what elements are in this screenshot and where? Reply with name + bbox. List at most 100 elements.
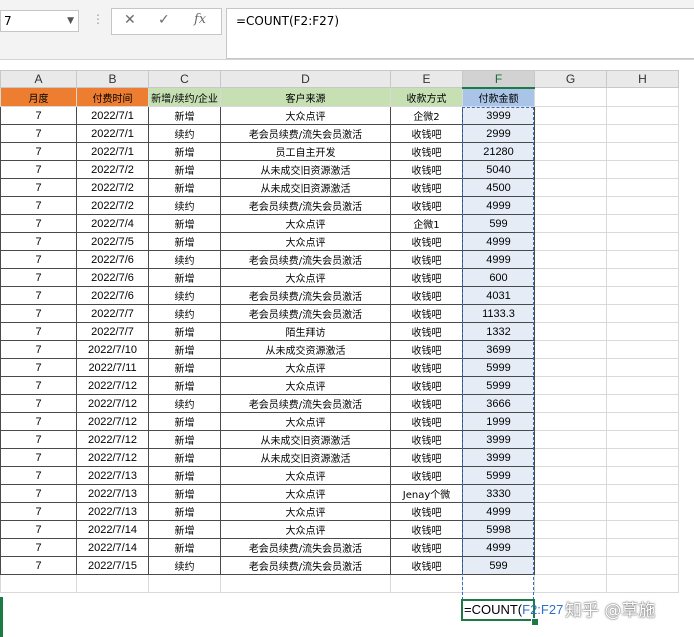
data-cell[interactable]: 收钱吧 [390, 448, 463, 467]
data-cell[interactable]: 3999 [462, 106, 535, 125]
data-cell[interactable]: 收钱吧 [390, 556, 463, 575]
data-cell[interactable]: 新增 [148, 322, 221, 341]
empty-cell[interactable] [534, 87, 607, 107]
drag-handle-icon[interactable]: ⋮ [92, 12, 104, 26]
empty-cell[interactable] [606, 268, 679, 287]
empty-cell[interactable] [606, 340, 679, 359]
data-cell[interactable]: 2022/7/11 [76, 358, 149, 377]
data-cell[interactable]: 新增 [148, 178, 221, 197]
empty-cell[interactable] [606, 87, 679, 107]
empty-cell[interactable] [534, 160, 607, 179]
header-cell[interactable]: 付费时间 [76, 87, 149, 107]
data-cell[interactable]: 7 [0, 556, 77, 575]
empty-cell[interactable] [534, 196, 607, 215]
data-cell[interactable]: 5040 [462, 160, 535, 179]
data-cell[interactable]: 老会员续费/流失会员激活 [220, 286, 391, 305]
empty-cell[interactable] [534, 556, 607, 575]
data-cell[interactable]: 新增 [148, 448, 221, 467]
data-cell[interactable]: 收钱吧 [390, 250, 463, 269]
data-cell[interactable]: 新增 [148, 484, 221, 503]
empty-cell[interactable] [606, 538, 679, 557]
data-cell[interactable]: 7 [0, 376, 77, 395]
data-cell[interactable]: 7 [0, 268, 77, 287]
data-cell[interactable]: 2022/7/6 [76, 286, 149, 305]
data-cell[interactable]: 7 [0, 106, 77, 125]
data-cell[interactable]: 2022/7/12 [76, 394, 149, 413]
empty-cell[interactable] [534, 178, 607, 197]
data-cell[interactable]: 从未成交旧资源激活 [220, 430, 391, 449]
data-cell[interactable]: 2022/7/15 [76, 556, 149, 575]
empty-cell[interactable] [534, 268, 607, 287]
data-cell[interactable]: 新增 [148, 232, 221, 251]
data-cell[interactable]: 2022/7/7 [76, 304, 149, 323]
data-cell[interactable]: 新增 [148, 430, 221, 449]
data-cell[interactable]: 7 [0, 250, 77, 269]
data-cell[interactable]: 大众点评 [220, 106, 391, 125]
data-cell[interactable]: 大众点评 [220, 214, 391, 233]
data-cell[interactable]: 7 [0, 214, 77, 233]
data-cell[interactable]: 从未成交旧资源激活 [220, 160, 391, 179]
empty-cell[interactable] [606, 556, 679, 575]
empty-cell[interactable] [606, 502, 679, 521]
data-cell[interactable]: 2022/7/13 [76, 466, 149, 485]
empty-cell[interactable] [606, 124, 679, 143]
empty-cell[interactable] [606, 178, 679, 197]
empty-cell[interactable] [534, 250, 607, 269]
data-cell[interactable]: 3699 [462, 340, 535, 359]
data-cell[interactable]: 2022/7/12 [76, 430, 149, 449]
data-cell[interactable]: 2022/7/7 [76, 322, 149, 341]
data-cell[interactable]: 7 [0, 466, 77, 485]
data-cell[interactable]: 2022/7/12 [76, 376, 149, 395]
empty-cell[interactable] [534, 520, 607, 539]
empty-cell[interactable] [534, 340, 607, 359]
data-cell[interactable]: 大众点评 [220, 502, 391, 521]
data-cell[interactable]: 599 [462, 556, 535, 575]
data-cell[interactable]: 从未成交旧资源激活 [220, 178, 391, 197]
data-cell[interactable]: 4999 [462, 502, 535, 521]
data-cell[interactable]: 2022/7/1 [76, 106, 149, 125]
data-cell[interactable]: 4999 [462, 232, 535, 251]
data-cell[interactable]: 2022/7/14 [76, 538, 149, 557]
data-cell[interactable]: 新增 [148, 538, 221, 557]
empty-cell[interactable] [534, 214, 607, 233]
empty-cell[interactable] [606, 484, 679, 503]
data-cell[interactable]: 企微2 [390, 106, 463, 125]
empty-cell[interactable] [534, 304, 607, 323]
empty-cell[interactable] [534, 106, 607, 125]
header-cell[interactable]: 付款金额 [462, 87, 535, 107]
empty-cell[interactable] [534, 430, 607, 449]
empty-cell[interactable] [220, 574, 391, 593]
data-cell[interactable]: 收钱吧 [390, 394, 463, 413]
data-cell[interactable]: 599 [462, 214, 535, 233]
data-cell[interactable]: 收钱吧 [390, 502, 463, 521]
data-cell[interactable]: 2022/7/10 [76, 340, 149, 359]
data-cell[interactable]: 5999 [462, 466, 535, 485]
data-cell[interactable]: 新增 [148, 520, 221, 539]
data-cell[interactable]: 大众点评 [220, 520, 391, 539]
data-cell[interactable]: 2022/7/5 [76, 232, 149, 251]
formula-input[interactable]: =COUNT(F2:F27) [226, 8, 694, 59]
data-cell[interactable]: 2022/7/2 [76, 160, 149, 179]
data-cell[interactable]: 7 [0, 286, 77, 305]
data-cell[interactable]: 收钱吧 [390, 304, 463, 323]
data-cell[interactable]: 收钱吧 [390, 142, 463, 161]
fill-handle[interactable] [531, 618, 539, 626]
data-cell[interactable]: 7 [0, 178, 77, 197]
data-cell[interactable]: 4031 [462, 286, 535, 305]
data-cell[interactable]: 2022/7/2 [76, 196, 149, 215]
data-cell[interactable]: 7 [0, 484, 77, 503]
data-cell[interactable]: 大众点评 [220, 268, 391, 287]
cancel-icon[interactable]: ✕ [124, 12, 136, 28]
data-cell[interactable]: 新增 [148, 268, 221, 287]
data-cell[interactable]: 7 [0, 430, 77, 449]
data-cell[interactable]: 收钱吧 [390, 376, 463, 395]
data-cell[interactable]: 收钱吧 [390, 340, 463, 359]
data-cell[interactable]: 老会员续费/流失会员激活 [220, 250, 391, 269]
data-cell[interactable]: 收钱吧 [390, 268, 463, 287]
enter-icon[interactable]: ✓ [158, 12, 170, 28]
empty-cell[interactable] [534, 286, 607, 305]
data-cell[interactable]: 2022/7/12 [76, 412, 149, 431]
data-cell[interactable]: 新增 [148, 340, 221, 359]
data-cell[interactable]: 5999 [462, 358, 535, 377]
data-cell[interactable]: 企微1 [390, 214, 463, 233]
